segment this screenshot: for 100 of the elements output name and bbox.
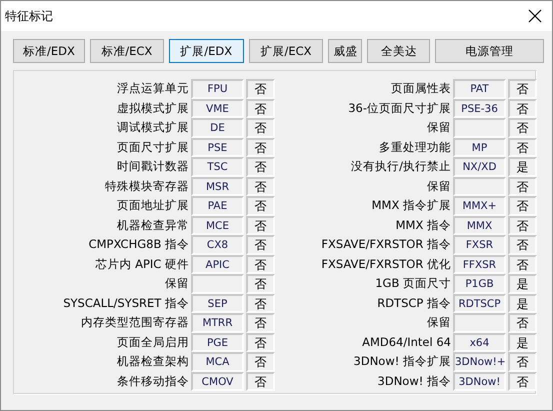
feature-label: 保留 — [426, 314, 451, 331]
support-cell: 否 — [246, 332, 275, 352]
flag-cell: MP — [453, 138, 506, 157]
support-cell: 是 — [508, 157, 537, 176]
flag-cell: RDTSCP — [453, 294, 506, 313]
flag-cell: PSE-36 — [453, 98, 506, 118]
feature-label: FXSAVE/FXRSTOR 优化 — [320, 256, 451, 272]
flag-cell: PAT — [453, 79, 506, 98]
tab[interactable]: 扩展/EDX — [168, 39, 244, 63]
window-title: 特征标记 — [5, 8, 53, 24]
support-cell: 否 — [508, 235, 537, 254]
support-cell: 否 — [246, 118, 275, 138]
empty-cell — [453, 118, 506, 138]
feature-label: 条件移动指令 — [116, 372, 189, 390]
flag-cell: P1GB — [453, 274, 506, 294]
feature-label: 时间戳计数器 — [116, 158, 189, 175]
feature-label: 3DNow! 指令扩展 — [352, 353, 451, 370]
feature-label: CMPXCHG8B 指令 — [88, 236, 189, 253]
support-cell: 否 — [246, 196, 275, 216]
flag-cell: CX8 — [191, 235, 244, 254]
flag-cell: PAE — [191, 196, 244, 216]
flag-cell: DE — [191, 118, 244, 138]
feature-label: 页面全局启用 — [116, 334, 189, 350]
flag-cell: APIC — [191, 254, 244, 274]
support-cell: 否 — [246, 274, 275, 294]
empty-cell — [453, 176, 506, 196]
support-cell: 否 — [508, 79, 537, 98]
empty-cell — [191, 274, 244, 294]
tab[interactable]: 威盛 — [328, 39, 362, 63]
feature-label: AMD64/Intel 64 — [361, 334, 451, 350]
support-cell: 是 — [508, 274, 537, 294]
flag-cell: PSE — [191, 138, 244, 157]
feature-label: 保留 — [164, 275, 189, 292]
support-cell: 否 — [246, 294, 275, 313]
flag-cell: FXSR — [453, 235, 506, 254]
flag-cell: 3DNow! — [453, 372, 506, 391]
flag-cell: MTRR — [191, 313, 244, 332]
flag-cell: MMX+ — [453, 196, 506, 216]
flag-cell: PGE — [191, 332, 244, 352]
tab[interactable]: 全美达 — [367, 39, 430, 63]
support-cell: 否 — [508, 196, 537, 216]
support-cell: 是 — [508, 332, 537, 352]
feature-label: MMX 指令扩展 — [370, 197, 451, 214]
support-cell: 是 — [508, 294, 537, 313]
support-cell: 否 — [246, 313, 275, 332]
support-cell: 否 — [246, 157, 275, 176]
feature-label: 1GB 页面尺寸 — [374, 275, 451, 292]
support-cell: 否 — [246, 372, 275, 391]
support-cell: 否 — [246, 98, 275, 118]
flag-cell: MSR — [191, 176, 244, 196]
support-cell: 否 — [508, 176, 537, 196]
flag-cell: MMX — [453, 216, 506, 235]
feature-label: MMX 指令 — [394, 216, 451, 234]
flag-cell: x64 — [453, 332, 506, 352]
feature-label: 3DNow! 指令 — [376, 372, 451, 390]
feature-label: 机器检查架构 — [116, 353, 189, 370]
tab[interactable]: 标准/ECX — [90, 39, 164, 63]
support-cell: 否 — [508, 98, 537, 118]
feature-label: SYSCALL/SYSRET 指令 — [62, 294, 189, 312]
support-cell: 否 — [508, 313, 537, 332]
support-cell: 否 — [246, 216, 275, 235]
feature-label: 页面地址扩展 — [116, 197, 189, 214]
flag-cell: TSC — [191, 157, 244, 176]
feature-label: 浮点运算单元 — [116, 80, 189, 97]
feature-label: 页面属性表 — [390, 80, 451, 97]
feature-label: 内存类型范围寄存器 — [80, 314, 189, 331]
feature-label: 机器检查异常 — [116, 216, 189, 234]
feature-label: 36-位页面尺寸扩展 — [347, 100, 451, 116]
feature-label: RDTSCP 指令 — [376, 294, 451, 312]
support-cell: 否 — [508, 118, 537, 138]
flag-cell: CMOV — [191, 372, 244, 391]
empty-cell — [453, 313, 506, 332]
flag-cell: FFXSR — [453, 254, 506, 274]
support-cell: 否 — [246, 352, 275, 372]
flag-cell: MCE — [191, 216, 244, 235]
support-cell: 否 — [246, 176, 275, 196]
feature-label: 保留 — [426, 119, 451, 136]
support-cell: 否 — [508, 138, 537, 157]
close-icon[interactable] — [528, 9, 542, 23]
flag-cell: 3DNow!+ — [453, 352, 506, 372]
flag-cell: FPU — [191, 79, 244, 98]
support-cell: 否 — [508, 372, 537, 391]
flag-cell: VME — [191, 98, 244, 118]
feature-label: 保留 — [426, 178, 451, 194]
tab[interactable]: 电源管理 — [435, 39, 544, 63]
feature-label: 页面尺寸扩展 — [116, 138, 189, 156]
feature-label: 特殊模块寄存器 — [104, 178, 189, 194]
support-cell: 否 — [508, 254, 537, 274]
tab[interactable]: 标准/EDX — [13, 39, 85, 63]
flag-cell: NX/XD — [453, 157, 506, 176]
feature-label: 没有执行/执行禁止 — [350, 158, 451, 175]
support-cell: 否 — [508, 216, 537, 235]
flag-cell: MCA — [191, 352, 244, 372]
feature-label: FXSAVE/FXRSTOR 指令 — [320, 236, 451, 253]
tab[interactable]: 扩展/ECX — [248, 39, 324, 63]
support-cell: 否 — [246, 254, 275, 274]
feature-label: 虚拟模式扩展 — [116, 100, 189, 116]
support-cell: 否 — [508, 352, 537, 372]
feature-label: 芯片内 APIC 硬件 — [94, 256, 189, 272]
support-cell: 否 — [246, 235, 275, 254]
